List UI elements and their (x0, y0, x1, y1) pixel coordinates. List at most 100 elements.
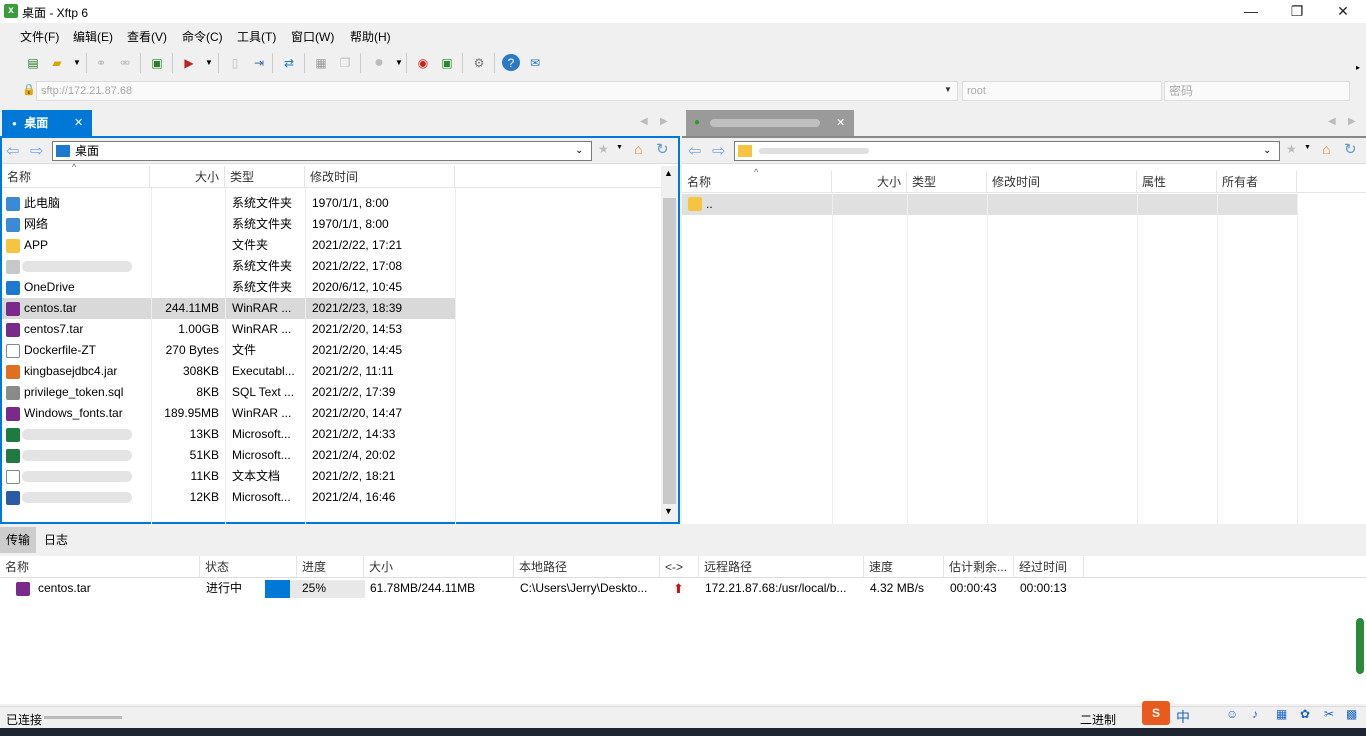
file-row[interactable]: OneDrive 系统文件夹 2020/6/12, 10:45 (2, 277, 455, 298)
dropdown-arrow-icon[interactable]: ▼ (68, 54, 86, 71)
username-input[interactable]: root (962, 81, 1162, 101)
scroll-up-icon[interactable]: ▲ (664, 168, 673, 178)
bookmark-star-icon[interactable]: ★ (1286, 142, 1297, 156)
col-name[interactable]: 名称 (0, 556, 200, 578)
upload-icon[interactable]: ⇥ (250, 54, 268, 71)
tab-transfer[interactable]: 传输 (0, 527, 37, 553)
file-row[interactable]: Dockerfile-ZT 270 Bytes 文件 2021/2/20, 14:45 (2, 340, 455, 361)
forward-arrow-icon[interactable]: ⇨ (30, 141, 43, 161)
ime-chinese-icon[interactable]: 中 (1176, 707, 1190, 727)
col-direction[interactable]: <-> (660, 556, 699, 578)
ime-emoji-icon[interactable]: ☺ (1226, 707, 1238, 721)
circle-icon[interactable]: ● (370, 54, 388, 71)
scroll-down-icon[interactable]: ▼ (664, 506, 673, 516)
tab-desktop[interactable]: ● 桌面 ✕ (2, 110, 92, 136)
menu-tools[interactable]: 工具(T) (237, 28, 276, 45)
print-icon[interactable]: ▦ (312, 54, 330, 71)
local-path-input[interactable]: 桌面 ⌄ (52, 141, 592, 161)
xshell-icon[interactable]: ◉ (414, 54, 432, 71)
file-icon[interactable]: ▯ (226, 54, 244, 71)
new-session-icon[interactable]: ▤ (24, 54, 42, 71)
menu-command[interactable]: 命令(C) (182, 28, 223, 45)
connect-icon[interactable]: ⚭ (92, 54, 110, 71)
open-folder-icon[interactable]: ▰ (48, 54, 66, 71)
close-button[interactable]: ✕ (1320, 0, 1366, 23)
password-input[interactable]: 密码 (1164, 81, 1350, 101)
file-row[interactable]: APP 文件夹 2021/2/22, 17:21 (2, 235, 455, 256)
dropdown-arrow-icon[interactable]: ▼ (1304, 144, 1311, 151)
col-progress[interactable]: 进度 (297, 556, 364, 578)
col-mtime[interactable]: 修改时间 (305, 166, 455, 188)
transfer-icon[interactable]: ▶ (180, 54, 198, 71)
tab-scroll-left-icon[interactable]: ◀ (640, 116, 648, 127)
tab-log[interactable]: 日志 (38, 527, 74, 553)
tab-scroll-left-icon[interactable]: ◀ (1328, 116, 1336, 127)
maximize-button[interactable]: ❐ (1274, 0, 1320, 23)
file-row[interactable]: 此电脑 系统文件夹 1970/1/1, 8:00 (2, 193, 455, 214)
file-row[interactable]: 网络 系统文件夹 1970/1/1, 8:00 (2, 214, 455, 235)
local-scrollbar[interactable]: ▲ ▼ (661, 166, 678, 522)
file-row[interactable]: 51KB Microsoft... 2021/2/4, 20:02 (2, 445, 455, 466)
col-type[interactable]: 类型 (225, 166, 305, 188)
dropdown-arrow-icon[interactable]: ▼ (200, 54, 218, 71)
home-icon[interactable]: ⌂ (1322, 141, 1330, 157)
file-row[interactable]: centos.tar 244.11MB WinRAR ... 2021/2/23, 1… (2, 298, 455, 319)
file-row[interactable]: 13KB Microsoft... 2021/2/2, 14:33 (2, 424, 455, 445)
chat-icon[interactable]: ✉ (526, 54, 544, 71)
menu-window[interactable]: 窗口(W) (291, 28, 334, 45)
col-remote-path[interactable]: 远程路径 (699, 556, 864, 578)
col-speed[interactable]: 速度 (864, 556, 944, 578)
col-attributes[interactable]: 属性 (1137, 171, 1217, 193)
help-icon[interactable]: ? (502, 54, 520, 71)
home-icon[interactable]: ⌂ (634, 141, 642, 157)
tab-scroll-right-icon[interactable]: ▶ (660, 116, 668, 127)
col-elapsed[interactable]: 经过时间 (1014, 556, 1084, 578)
col-status[interactable]: 状态 (200, 556, 297, 578)
menu-view[interactable]: 查看(V) (127, 28, 167, 45)
input-method-icon[interactable]: S (1142, 701, 1170, 725)
new-tab-icon[interactable]: ▣ (148, 54, 166, 71)
menu-help[interactable]: 帮助(H) (350, 28, 391, 45)
col-remaining[interactable]: 估计剩余... (944, 556, 1014, 578)
ime-skin-icon[interactable]: ✿ (1300, 707, 1310, 721)
col-mtime[interactable]: 修改时间 (987, 171, 1137, 193)
col-size[interactable]: 大小 (832, 171, 907, 193)
chevron-down-icon[interactable]: ⌄ (1263, 142, 1271, 160)
tab-scroll-right-icon[interactable]: ▶ (1348, 116, 1356, 127)
menu-edit[interactable]: 编辑(E) (73, 28, 113, 45)
file-row[interactable]: privilege_token.sql 8KB SQL Text ... 2021/2… (2, 382, 455, 403)
back-arrow-icon[interactable]: ⇦ (688, 141, 701, 161)
col-local-path[interactable]: 本地路径 (514, 556, 660, 578)
settings-gear-icon[interactable]: ⚙ (470, 54, 488, 71)
refresh-icon[interactable]: ↻ (656, 140, 669, 158)
xftp-icon[interactable]: ▣ (438, 54, 456, 71)
tab-close-icon[interactable]: ✕ (836, 110, 845, 136)
sync-icon[interactable]: ⇄ (280, 54, 298, 71)
col-size[interactable]: 大小 (364, 556, 514, 578)
menu-file[interactable]: 文件(F) (20, 28, 59, 45)
minimize-button[interactable]: — (1228, 0, 1274, 23)
file-row[interactable]: 11KB 文本文档 2021/2/2, 18:21 (2, 466, 455, 487)
file-row[interactable]: 12KB Microsoft... 2021/2/4, 16:46 (2, 487, 455, 508)
tab-remote-session[interactable]: ● ✕ (686, 110, 854, 136)
ime-mic-icon[interactable]: ♪ (1252, 707, 1258, 721)
forward-arrow-icon[interactable]: ⇨ (712, 141, 725, 161)
disconnect-icon[interactable]: ⚮ (116, 54, 134, 71)
col-size[interactable]: 大小 (150, 166, 225, 188)
chevron-right-icon[interactable]: ▸ (1352, 62, 1364, 72)
ime-menu-icon[interactable]: ▩ (1346, 707, 1357, 721)
file-row[interactable]: centos7.tar 1.00GB WinRAR ... 2021/2/20, 14… (2, 319, 455, 340)
dropdown-arrow-icon[interactable]: ▼ (616, 144, 623, 151)
chevron-down-icon[interactable]: ⌄ (575, 142, 583, 160)
col-owner[interactable]: 所有者 (1217, 171, 1297, 193)
tab-close-icon[interactable]: ✕ (74, 110, 83, 136)
file-row[interactable]: Windows_fonts.tar 189.95MB WinRAR ... 2021/… (2, 403, 455, 424)
remote-path-input[interactable]: ⌄ (734, 141, 1280, 161)
copy-icon[interactable]: ❐ (336, 54, 354, 71)
host-input[interactable]: sftp://172.21.87.68 (36, 81, 958, 101)
bookmark-star-icon[interactable]: ★ (598, 142, 609, 156)
col-type[interactable]: 类型 (907, 171, 987, 193)
refresh-icon[interactable]: ↻ (1344, 140, 1357, 158)
chevron-down-icon[interactable]: ▼ (944, 85, 952, 94)
ime-tools-icon[interactable]: ✂ (1324, 707, 1334, 721)
